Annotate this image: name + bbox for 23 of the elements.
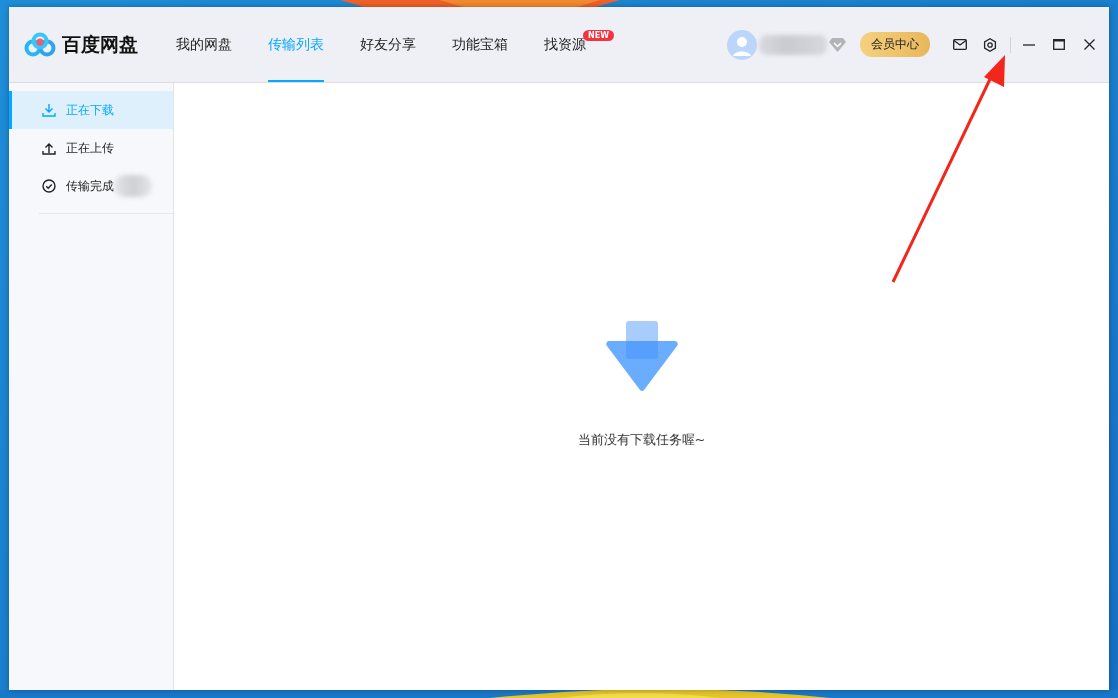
upload-icon — [42, 141, 56, 155]
cloud-logo-icon — [24, 31, 56, 58]
check-circle-icon — [42, 179, 56, 193]
sidebar-label: 正在下载 — [66, 101, 114, 119]
nav-tab[interactable]: 找资源 — [544, 7, 586, 82]
sidebar-label: 正在上传 — [66, 139, 114, 157]
sidebar-item[interactable]: 传输完成 — [9, 167, 173, 205]
diamond-icon — [829, 37, 846, 52]
mail-icon[interactable] — [952, 36, 968, 53]
empty-state-message: 当前没有下载任务喔~ — [577, 431, 706, 449]
nav-tab[interactable]: 我的网盘 — [176, 7, 232, 82]
download-icon — [42, 103, 56, 117]
sidebar-label: 传输完成 — [66, 177, 114, 195]
app-name: 百度网盘 — [62, 31, 138, 57]
sidebar-item[interactable]: 正在上传 — [9, 129, 173, 167]
settings-icon[interactable] — [982, 36, 998, 53]
blurred-username — [759, 34, 827, 55]
maximize-icon[interactable] — [1051, 36, 1067, 53]
nav-tab[interactable]: 功能宝箱 — [452, 7, 508, 82]
vip-center-button[interactable]: 会员中心 — [860, 32, 930, 57]
nav-tab[interactable]: 好友分享 — [360, 7, 416, 82]
download-arrow-icon — [604, 321, 679, 393]
new-badge: NEW — [583, 30, 614, 41]
